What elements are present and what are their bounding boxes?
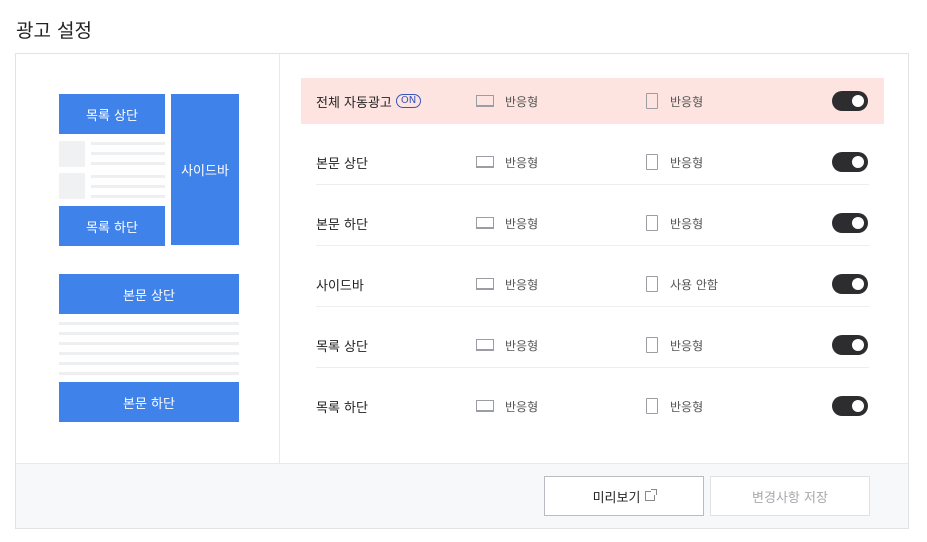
- toggle-knob: [852, 278, 864, 290]
- pc-setting[interactable]: 반응형: [505, 215, 538, 232]
- preview-sidebar: 사이드바: [171, 94, 239, 245]
- pc-setting[interactable]: 반응형: [505, 276, 538, 293]
- monitor-icon: [476, 217, 494, 229]
- pc-setting[interactable]: 반응형: [505, 398, 538, 415]
- external-link-icon: [645, 489, 658, 501]
- preview-body-top: 본문 상단: [59, 274, 239, 314]
- row-divider: [316, 245, 869, 246]
- sidebar-toggle[interactable]: [832, 274, 868, 294]
- preview-line-placeholder: [91, 195, 165, 198]
- preview-line-placeholder: [59, 332, 239, 335]
- toggle-knob: [852, 400, 864, 412]
- toggle-knob: [852, 156, 864, 168]
- list-bottom-toggle[interactable]: [832, 396, 868, 416]
- on-badge: ON: [395, 94, 422, 108]
- action-footer: 미리보기 변경사항 저장: [16, 463, 908, 528]
- row-label: 목록 하단: [316, 400, 368, 416]
- save-button-label: 변경사항 저장: [752, 490, 828, 506]
- monitor-icon: [476, 95, 494, 107]
- phone-icon: [646, 398, 658, 414]
- ad-layout-preview: 목록 상단 사이드바 목록 하단 본문 상단 본문 하단: [16, 54, 280, 463]
- toggle-knob: [852, 217, 864, 229]
- monitor-icon: [476, 278, 494, 290]
- preview-body-bottom: 본문 하단: [59, 382, 239, 422]
- toggle-knob: [852, 339, 864, 351]
- row-label: 목록 상단: [316, 339, 368, 355]
- preview-list-top: 목록 상단: [59, 94, 165, 134]
- pc-setting[interactable]: 반응형: [505, 337, 538, 354]
- row-divider: [316, 306, 869, 307]
- preview-thumb-placeholder: [59, 173, 85, 199]
- pc-setting[interactable]: 반응형: [505, 93, 538, 110]
- preview-line-placeholder: [59, 372, 239, 375]
- save-changes-button[interactable]: 변경사항 저장: [710, 476, 870, 516]
- row-label: 본문 상단: [316, 156, 368, 172]
- phone-icon: [646, 215, 658, 231]
- monitor-icon: [476, 400, 494, 412]
- ad-settings-panel: 목록 상단 사이드바 목록 하단 본문 상단 본문 하단 전체 자동광고 ON 반…: [15, 53, 909, 529]
- preview-line-placeholder: [91, 162, 165, 165]
- mobile-setting[interactable]: 반응형: [670, 337, 703, 354]
- phone-icon: [646, 276, 658, 292]
- phone-icon: [646, 154, 658, 170]
- row-label: 사이드바: [316, 278, 364, 294]
- ad-row-list-top: 목록 상단 반응형 반응형: [301, 322, 884, 368]
- toggle-knob: [852, 95, 864, 107]
- page-title: 광고 설정: [16, 20, 92, 42]
- preview-line-placeholder: [59, 362, 239, 365]
- mobile-setting[interactable]: 반응형: [670, 154, 703, 171]
- mobile-setting[interactable]: 반응형: [670, 215, 703, 232]
- preview-line-placeholder: [91, 142, 165, 145]
- preview-line-placeholder: [59, 322, 239, 325]
- mobile-setting[interactable]: 반응형: [670, 398, 703, 415]
- list-top-toggle[interactable]: [832, 335, 868, 355]
- row-divider: [316, 184, 869, 185]
- ad-row-list-bottom: 목록 하단 반응형 반응형: [301, 383, 884, 429]
- mobile-setting[interactable]: 반응형: [670, 93, 703, 110]
- auto-ad-toggle[interactable]: [832, 91, 868, 111]
- ad-slot-settings: 전체 자동광고 ON 반응형 반응형 본문 상단 반응형 반응형 본문 하단 반응…: [280, 54, 908, 463]
- phone-icon: [646, 93, 658, 109]
- preview-line-placeholder: [59, 352, 239, 355]
- preview-list-bottom: 목록 하단: [59, 206, 165, 246]
- row-label: 본문 하단: [316, 217, 368, 233]
- preview-line-placeholder: [91, 152, 165, 155]
- monitor-icon: [476, 156, 494, 168]
- preview-line-placeholder: [91, 175, 165, 178]
- row-label: 전체 자동광고: [316, 95, 392, 111]
- body-top-toggle[interactable]: [832, 152, 868, 172]
- preview-button-label: 미리보기: [592, 490, 641, 506]
- pc-setting[interactable]: 반응형: [505, 154, 538, 171]
- ad-row-auto: 전체 자동광고 ON 반응형 반응형: [301, 78, 884, 124]
- ad-row-body-top: 본문 상단 반응형 반응형: [301, 139, 884, 185]
- preview-line-placeholder: [59, 342, 239, 345]
- preview-line-placeholder: [91, 185, 165, 188]
- preview-thumb-placeholder: [59, 141, 85, 167]
- monitor-icon: [476, 339, 494, 351]
- ad-row-sidebar: 사이드바 반응형 사용 안함: [301, 261, 884, 307]
- body-bottom-toggle[interactable]: [832, 213, 868, 233]
- row-divider: [316, 367, 869, 368]
- preview-button[interactable]: 미리보기: [544, 476, 704, 516]
- mobile-setting[interactable]: 사용 안함: [670, 276, 718, 293]
- ad-row-body-bottom: 본문 하단 반응형 반응형: [301, 200, 884, 246]
- phone-icon: [646, 337, 658, 353]
